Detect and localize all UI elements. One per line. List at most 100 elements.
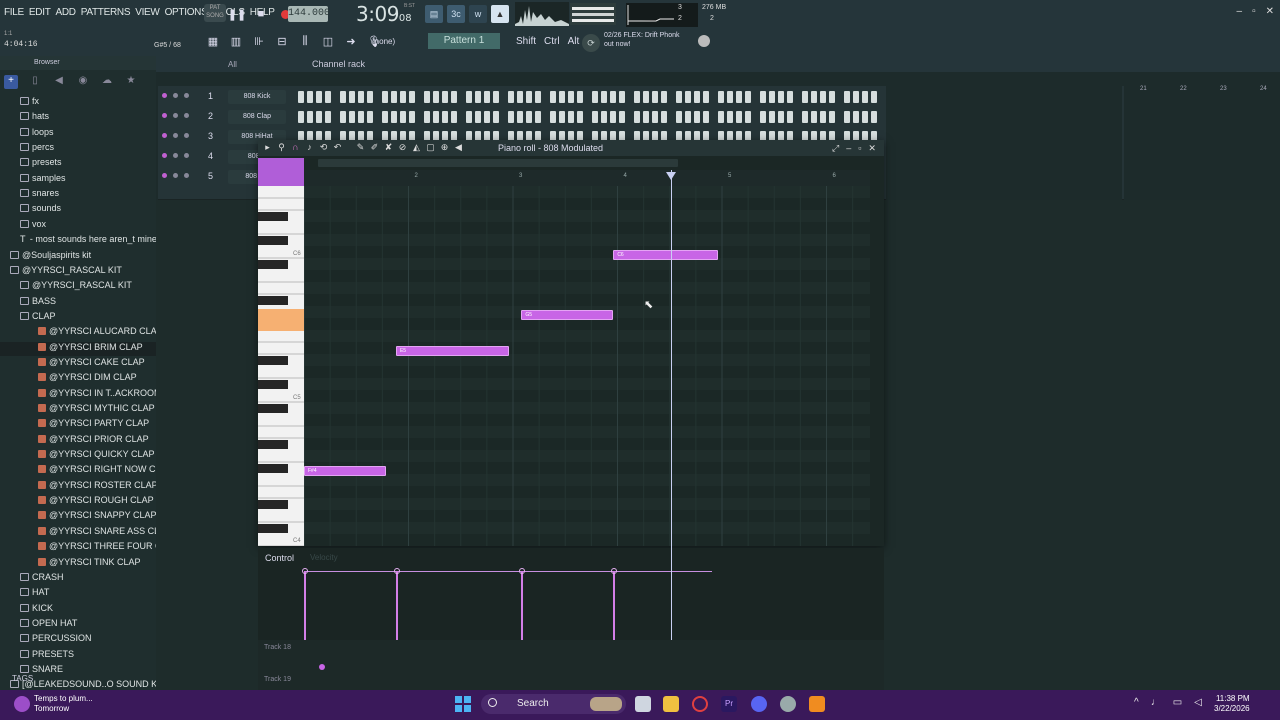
master-volume[interactable] [570,3,616,25]
piano-roll-button[interactable]: ▥ [227,33,245,49]
piano-roll-scrollbar[interactable] [318,159,678,167]
step-button[interactable] [685,91,691,103]
step-button[interactable] [769,111,775,123]
step-button[interactable] [661,91,667,103]
step-button[interactable] [778,111,784,123]
step-button[interactable] [829,91,835,103]
browser-item[interactable]: OPEN HAT [0,618,156,632]
channel-name-button[interactable]: 808 Clap [228,110,286,124]
black-key[interactable] [258,380,288,389]
pencil-icon[interactable]: ✎ [355,142,366,153]
browser-item[interactable]: @YYRSCI ALUCARD CLAP [0,326,163,340]
step-button[interactable] [592,111,598,123]
black-key[interactable] [258,356,288,365]
step-button[interactable] [526,91,532,103]
menu-options[interactable]: OPTIONS [165,7,208,18]
browser-item[interactable]: @YYRSCI BRIM CLAP [0,341,156,356]
add-icon[interactable]: + [4,75,18,89]
menu-patterns[interactable]: PATTERNS [81,7,131,18]
browser-item[interactable]: CRASH [0,572,156,586]
star-icon[interactable]: ★ [124,75,138,89]
step-button[interactable] [820,111,826,123]
browser-item[interactable]: @YYRSCI DIM CLAP [0,372,156,386]
start-icon[interactable] [455,696,471,712]
step-button[interactable] [871,91,877,103]
playlist-button[interactable]: ▦ [204,33,222,49]
step-button[interactable] [694,91,700,103]
browser-item[interactable]: PERCUSSION [0,633,156,647]
step-button[interactable] [745,111,751,123]
step-button[interactable] [853,91,859,103]
cloud-icon[interactable]: ☁ [100,75,114,89]
arrow-button[interactable]: ➜ [342,33,360,49]
browser-item[interactable]: samples [0,173,156,187]
pat-song-toggle[interactable]: PAT SONG [204,4,226,22]
browser-item[interactable]: fx [0,96,156,110]
menu-add[interactable]: ADD [56,7,77,18]
step-button[interactable] [349,91,355,103]
magnet-icon[interactable]: ∩ [290,142,301,153]
stop-button[interactable]: ■ [254,7,268,21]
step-button[interactable] [619,111,625,123]
browser-item[interactable]: vox [0,219,156,233]
chevron-up-icon[interactable]: ^ [1134,697,1139,708]
step-button[interactable] [340,91,346,103]
piano-keyboard[interactable] [258,186,304,546]
globe-icon[interactable] [698,35,710,47]
step-button[interactable] [601,111,607,123]
step-button[interactable] [685,111,691,123]
browser-item[interactable]: @YYRSCI THREE FOUR CLAP [0,541,179,555]
step-button[interactable] [844,111,850,123]
step-button[interactable] [400,91,406,103]
step-button[interactable] [601,91,607,103]
step-button[interactable] [535,111,541,123]
browser-button[interactable]: ⊟ [273,33,291,49]
typing-keyboard-button[interactable]: ▤ [425,5,443,23]
channel-led[interactable] [162,133,189,138]
step-edit-button[interactable]: 3c [447,5,465,23]
step-button[interactable] [484,91,490,103]
select-icon[interactable]: ▢ [425,142,436,153]
step-button[interactable] [559,91,565,103]
step-button[interactable] [325,111,331,123]
step-button[interactable] [451,91,457,103]
step-button[interactable] [550,111,556,123]
note-block[interactable]: F#4 [304,466,386,476]
note-block[interactable]: E5 [395,346,509,356]
step-button[interactable] [802,111,808,123]
browser-item[interactable]: @YYRSCI PARTY CLAP [0,418,156,432]
browser-item[interactable]: @YYRSCI PRIOR CLAP [0,434,156,448]
velocity-handle[interactable] [393,568,400,574]
step-button[interactable] [652,91,658,103]
browser-item[interactable]: loops [0,127,156,141]
black-key[interactable] [258,296,288,305]
news-panel[interactable]: 02/26 FLEX: Drift Phonk out now! [604,31,679,49]
step-button[interactable] [409,111,415,123]
step-button[interactable] [298,111,304,123]
close-icon[interactable]: ✕ [868,143,876,154]
brush-icon[interactable]: ✐ [369,142,380,153]
step-button[interactable] [634,91,640,103]
step-button[interactable] [871,111,877,123]
step-button[interactable] [367,91,373,103]
step-button[interactable] [340,111,346,123]
hint-icon[interactable]: ⟳ [582,34,600,52]
channel-led[interactable] [162,153,189,158]
playhead[interactable] [670,170,672,640]
step-button[interactable] [442,111,448,123]
step-button[interactable] [718,91,724,103]
browser-item[interactable]: @YYRSCI QUICKY CLAP [0,449,156,463]
black-key[interactable] [258,464,288,473]
mute-icon[interactable]: ⊘ [397,142,408,153]
step-button[interactable] [433,111,439,123]
step-button[interactable] [769,91,775,103]
step-button[interactable] [307,91,313,103]
app-icon-red[interactable] [692,696,708,712]
maximize-icon[interactable]: ▫ [858,143,861,154]
step-button[interactable] [736,91,742,103]
note-block[interactable]: G5 [521,310,614,320]
step-button[interactable] [727,111,733,123]
step-button[interactable] [484,111,490,123]
black-key[interactable] [258,212,288,221]
wait-button[interactable]: w [469,5,487,23]
